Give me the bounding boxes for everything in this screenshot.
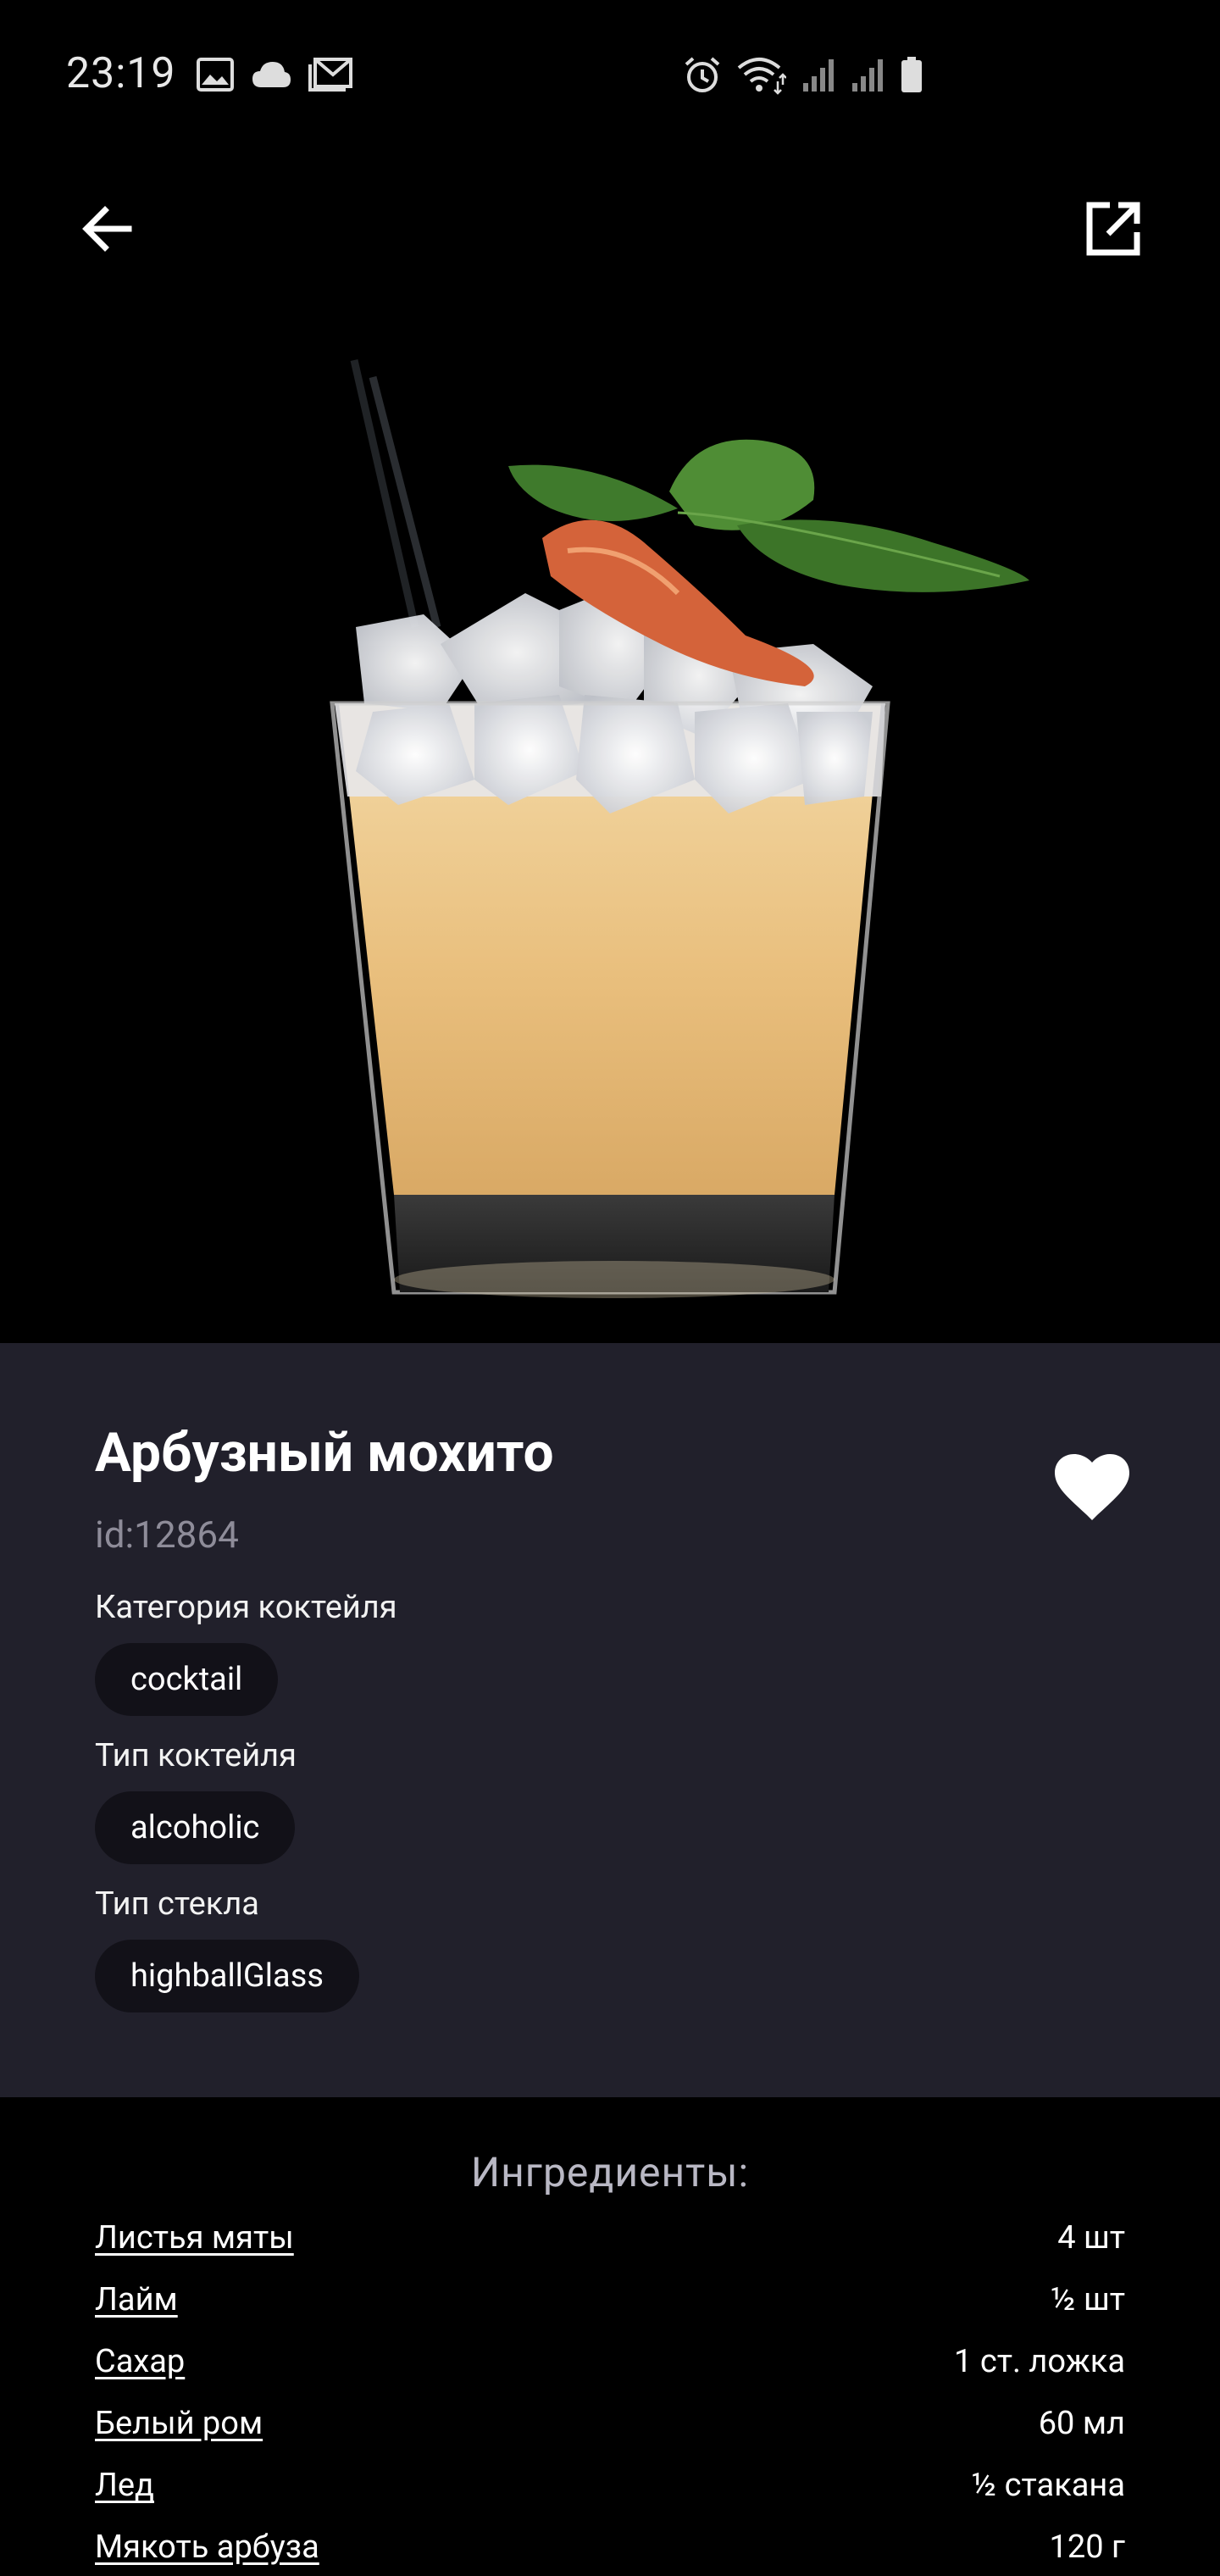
ingredient-link[interactable]: Листья мяты bbox=[95, 2219, 294, 2257]
category-chip[interactable]: cocktail bbox=[95, 1643, 279, 1716]
signal-icon bbox=[803, 59, 834, 92]
cocktail-title: Арбузный мохито bbox=[95, 1421, 554, 1485]
ingredient-row: Лед ½ стакана bbox=[95, 2460, 1125, 2511]
battery-icon bbox=[901, 57, 922, 92]
cocktail-photo bbox=[0, 153, 1220, 1343]
gmail-icon bbox=[308, 58, 352, 92]
category-label: Категория коктейля bbox=[95, 1589, 397, 1626]
ingredient-row: Лайм ½ шт bbox=[95, 2274, 1125, 2325]
cocktail-info-card: Арбузный мохито id:12864 Категория кокте… bbox=[0, 1343, 1220, 2097]
arrow-back-icon bbox=[82, 206, 132, 252]
ingredients-title: Ингредиенты: bbox=[470, 2148, 750, 2196]
ingredient-row: Мякоть арбуза 120 г bbox=[95, 2522, 1125, 2573]
ingredient-row: Белый ром 60 мл bbox=[95, 2398, 1125, 2449]
ingredient-amount: ½ стакана bbox=[971, 2467, 1125, 2504]
ingredient-link[interactable]: Белый ром bbox=[95, 2405, 263, 2442]
signal-icon bbox=[852, 59, 883, 92]
image-icon bbox=[197, 58, 234, 92]
cloud-icon bbox=[252, 62, 291, 87]
glass-chip[interactable]: highballGlass bbox=[95, 1940, 359, 2012]
wifi-icon bbox=[737, 58, 786, 95]
ingredient-link[interactable]: Лед bbox=[95, 2467, 154, 2504]
cocktail-id: id:12864 bbox=[95, 1513, 239, 1557]
ingredient-link[interactable]: Мякоть арбуза bbox=[95, 2529, 319, 2566]
ingredient-amount: 4 шт bbox=[1057, 2219, 1125, 2257]
open-in-new-icon bbox=[1086, 202, 1140, 256]
ingredient-amount: 60 мл bbox=[1038, 2405, 1125, 2442]
ingredient-amount: 120 г bbox=[1049, 2529, 1125, 2566]
status-notifications bbox=[197, 58, 352, 92]
status-bar: 23:19 bbox=[0, 0, 1220, 153]
ingredient-row: Листья мяты 4 шт bbox=[95, 2212, 1125, 2263]
ingredient-link[interactable]: Лайм bbox=[95, 2281, 178, 2318]
status-time: 23:19 bbox=[66, 49, 176, 98]
cocktail-illustration bbox=[330, 358, 1029, 1298]
heart-icon bbox=[1055, 1454, 1129, 1520]
status-system-icons bbox=[683, 56, 923, 95]
back-button[interactable] bbox=[73, 195, 141, 263]
alarm-icon bbox=[685, 57, 720, 92]
open-in-browser-button[interactable] bbox=[1079, 195, 1147, 263]
ingredient-amount: 1 ст. ложка bbox=[954, 2343, 1125, 2380]
type-label: Тип коктейля bbox=[95, 1737, 297, 1774]
ingredient-amount: ½ шт bbox=[1051, 2281, 1125, 2318]
ingredient-row: Сахар 1 ст. ложка bbox=[95, 2336, 1125, 2387]
type-chip[interactable]: alcoholic bbox=[95, 1791, 296, 1864]
ingredients-section: Ингредиенты: Листья мяты 4 шт Лайм ½ шт … bbox=[0, 2097, 1220, 2576]
glass-label: Тип стекла bbox=[95, 1885, 259, 1923]
favorite-button[interactable] bbox=[1045, 1445, 1139, 1530]
ingredient-link[interactable]: Сахар bbox=[95, 2343, 185, 2380]
